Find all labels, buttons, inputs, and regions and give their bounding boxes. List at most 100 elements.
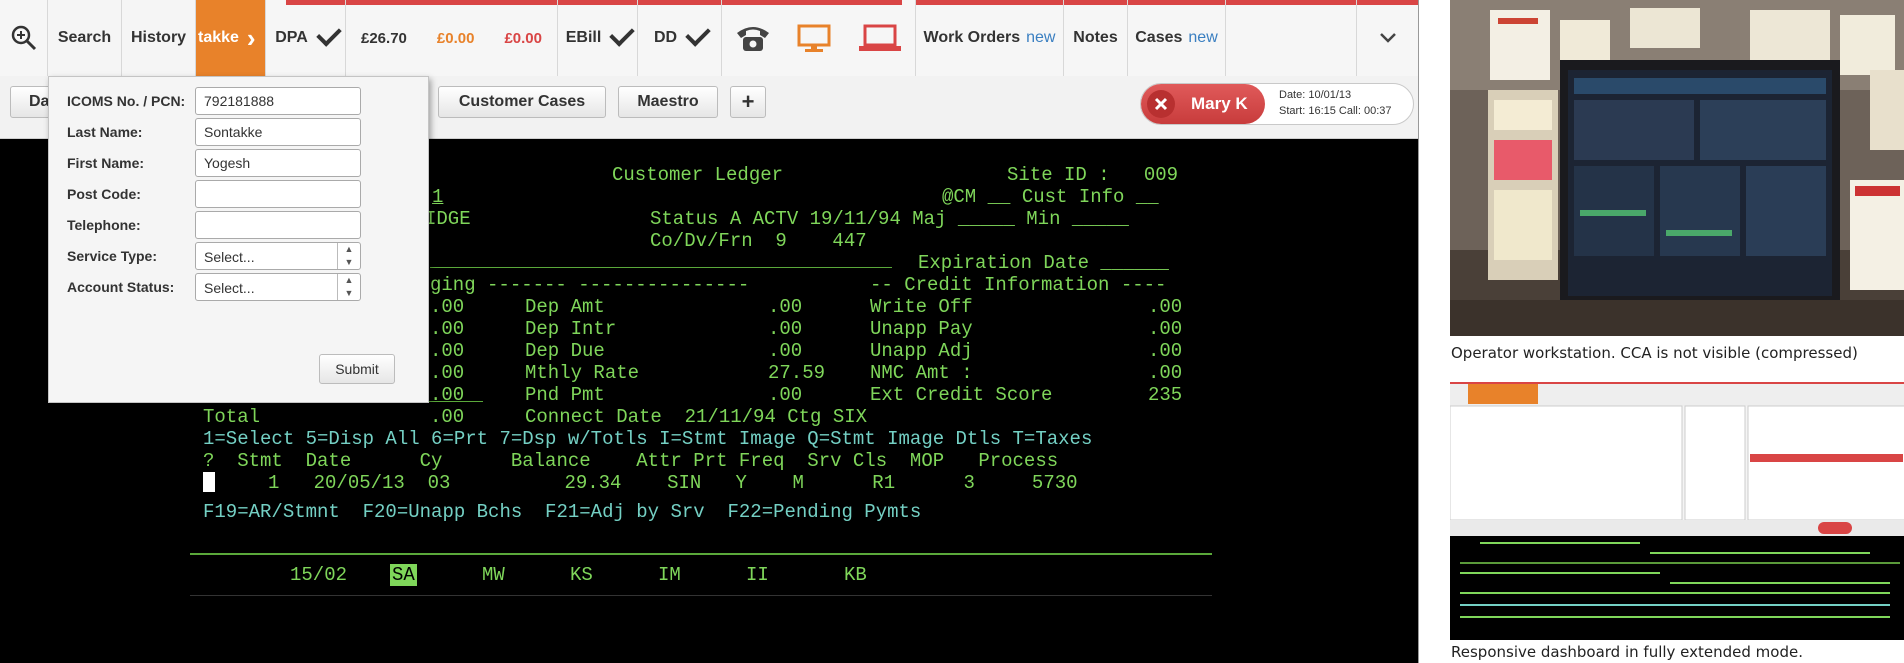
search-field-input[interactable] [195,118,361,146]
work-orders-label: Work Orders [923,29,1021,46]
terminal-function-keys: F19=AR/Stmnt F20=Unapp Bchs F21=Adj by S… [203,501,922,523]
dd-status[interactable]: DD [638,0,722,76]
terminal-ledger-cell: .00 [768,340,803,362]
search-select-dropdown[interactable]: Select... ▲ ▼ [195,273,361,301]
terminal-ledger-cell: Dep Intr [525,318,617,340]
search-field-label: Telephone: [67,217,141,233]
submit-button[interactable]: Submit [319,354,395,384]
tab-cases[interactable]: Cases new [1128,0,1226,76]
search-select-label: Account Status: [67,279,175,295]
balances-cell[interactable]: £26.70 £0.00 £0.00 [346,0,558,76]
terminal-co-dv-frn: Co/Dv/Frn 9 447 [650,230,867,252]
top-toolbar: Search History takke › DPA £26.70 £0.00 … [0,0,1418,77]
terminal-ledger-cell: .00 [1148,296,1183,318]
tab-notes[interactable]: Notes [1064,0,1128,76]
terminal-ledger-cell: Mthly Rate [525,362,640,384]
operator-workstation-photo [1450,0,1904,336]
select-value: Select... [204,249,255,265]
terminal-expiration: Expiration Date ______ [918,252,1169,274]
terminal-ledger-cell: .00 [430,318,465,340]
terminal-ledger-cell: Unapp Pay [870,318,973,340]
terminal-menu-item[interactable]: II [746,564,769,586]
stepper-arrows-icon: ▲ ▼ [337,274,360,300]
search-field-input[interactable] [195,87,361,115]
terminal-ledger-cell: NMC Amt : [870,362,973,384]
search-field-label: ICOMS No. / PCN: [67,93,186,109]
terminal-menu-item[interactable]: KS [570,564,593,586]
tab-history-label: History [130,29,187,46]
balance-pending: £0.00 [436,29,475,47]
search-select-label: Service Type: [67,248,158,264]
agent-name: Mary K [1191,94,1248,113]
maestro-button[interactable]: Maestro [618,86,718,118]
add-tab-button[interactable]: + [730,86,766,118]
terminal-menu-item[interactable]: MW [482,564,505,586]
crm-application: Search History takke › DPA £26.70 £0.00 … [0,0,1418,663]
divider [430,267,892,268]
terminal-statement-row[interactable]: 1 20/05/13 03 29.34 SIN Y M R1 3 5730 [268,472,1078,494]
terminal-ledger-cell: .00 [1148,340,1183,362]
terminal-ledger-cell: .00 [430,384,465,406]
terminal-ledger-cell: .00 [768,296,803,318]
search-field-input[interactable] [195,180,361,208]
terminal-connect-date: Connect Date 21/11/94 Ctg SIX [525,406,868,428]
dd-label: DD [653,29,678,46]
monitor-icon[interactable] [796,23,832,53]
customer-name-fragment: takke [198,29,239,46]
dpa-label: DPA [275,29,308,46]
terminal-ledger-cell: 235 [1148,384,1183,406]
terminal-menu-item[interactable]: SA [390,564,417,586]
cases-badge: new [1188,29,1218,46]
terminal-ledger-cell: .00 [430,362,465,384]
ebill-status[interactable]: EBill [558,0,638,76]
agent-call-widget: Mary K Date: 10/01/13 Start: 16:15 Call:… [1140,83,1414,125]
terminal-menu-item[interactable]: 15/02 [290,564,347,586]
contact-channels [722,0,916,76]
tab-search[interactable]: Search [48,0,122,76]
customer-cases-label: Customer Cases [458,93,586,110]
expand-menu-button[interactable] [1356,0,1418,76]
phone-icon[interactable] [734,23,772,53]
ebill-label: EBill [565,29,602,46]
zoom-search-button[interactable] [0,0,48,76]
agent-badge[interactable]: Mary K [1141,84,1265,124]
search-field-label: First Name: [67,155,145,171]
terminal-total-label: Total [203,406,261,428]
terminal-menu-item[interactable]: IM [658,564,681,586]
check-icon [685,21,711,47]
terminal-ledger-cell: .00 [430,296,465,318]
terminal-ledger-cell: 27.59 [768,362,826,384]
customer-name-tab[interactable]: takke › [196,0,266,76]
customer-cases-button[interactable]: Customer Cases [438,86,606,118]
terminal-total-value: .00 [430,406,465,428]
maestro-label: Maestro [637,93,699,110]
terminal-ledger-cell: .00 [1148,318,1183,340]
search-field-label: Last Name: [67,124,143,140]
caption-dashboard: Responsive dashboard in fully extended m… [1451,643,1803,661]
plus-icon: + [741,89,755,114]
terminal-ledger-cell: .00 [768,318,803,340]
terminal-site-id: Site ID : 009 [1007,164,1179,186]
search-select-dropdown[interactable]: Select... ▲ ▼ [195,242,361,270]
stepper-arrows-icon: ▲ ▼ [337,243,360,269]
laptop-icon[interactable] [857,23,903,53]
terminal-ledger-cell: Ext Credit Score [870,384,1053,406]
chevron-right-icon: › [246,22,256,53]
check-icon [609,21,636,47]
dpa-status[interactable]: DPA [266,0,346,76]
terminal-ledger-cell: .00 [430,340,465,362]
close-call-icon[interactable] [1147,90,1175,118]
tab-search-label: Search [57,29,112,46]
call-date: Date: 10/01/13 [1279,89,1352,101]
work-orders-badge: new [1026,29,1056,46]
search-field-input[interactable] [195,149,361,177]
tab-history[interactable]: History [122,0,196,76]
tab-work-orders[interactable]: Work Orders new [916,0,1064,76]
chevron-down-icon [1379,33,1396,43]
responsive-dashboard-thumbnail [1450,382,1904,640]
call-info: Date: 10/01/13 Start: 16:15 Call: 00:37 [1279,87,1392,119]
search-field-input[interactable] [195,211,361,239]
terminal-cursor[interactable] [203,472,215,492]
notes-label: Notes [1073,29,1118,46]
terminal-menu-item[interactable]: KB [844,564,867,586]
